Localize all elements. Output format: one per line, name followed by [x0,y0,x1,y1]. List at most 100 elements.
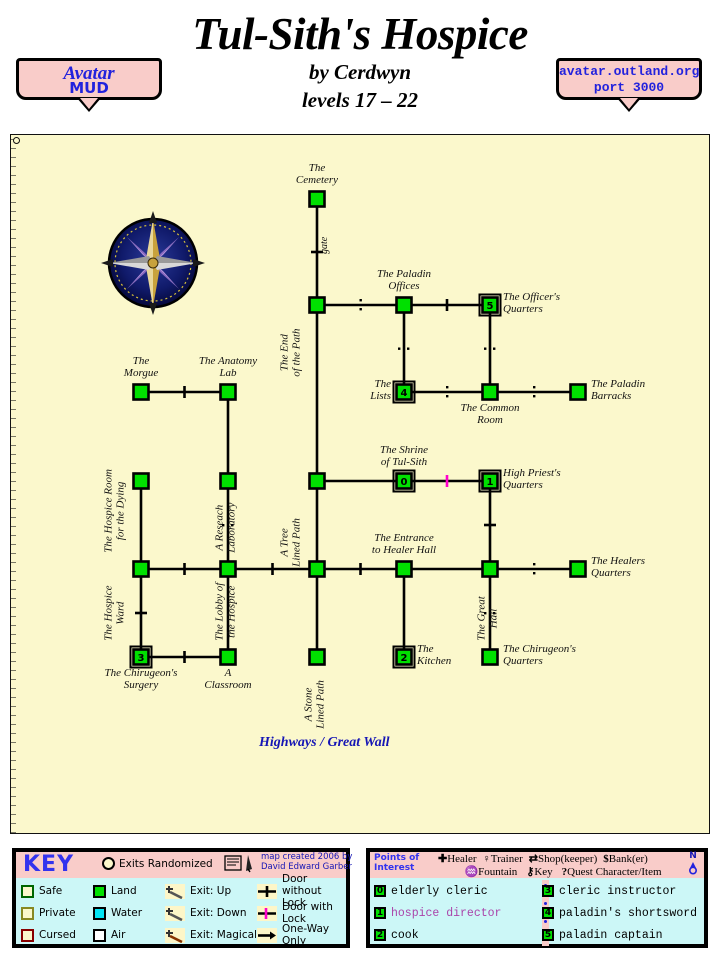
exit-magic-icon [165,927,185,943]
private-swatch [21,906,34,920]
room-node-stone-lined-path[interactable] [308,648,326,666]
exit-up-icon [165,883,185,899]
room-node-tree-path-2[interactable] [308,560,326,578]
room-node-the-lists[interactable]: 4 [392,380,416,404]
poi-item-number: 2 [374,929,386,941]
poi-symbol-bank-er-: $Bank(er) [603,853,648,866]
room-node-end-of-path[interactable] [308,296,326,314]
key-entry-label: Private [39,907,76,919]
poi-symbol-quest-character-item: ?Quest Character/Item [562,866,662,879]
key-legend: KEY Exits Randomized map created 2006 by… [12,848,353,948]
room-node-entrance-healer[interactable] [395,560,413,578]
room-node-chirugeons-quarters[interactable] [481,648,499,666]
room-label-the-lists: The Lists [370,378,391,402]
key-entry-label: Exit: Down [190,907,247,919]
key-title: KEY [23,852,75,877]
poi-symbol-row-1: ✚Healer ♀Trainer ⇄Shop(keeper) $Bank(er) [438,853,688,866]
poi-list-item: 2 cook [374,929,542,942]
poi-item-number: 1 [374,907,386,919]
room-node-hospice-room-dying[interactable] [132,472,150,490]
room-label-the-kitchen: The Kitchen [417,643,452,667]
key-entry-label: Exit: Up [190,885,232,897]
avatar-mud-banner: Avatar MUD [16,58,162,112]
poi-symbol-glyph: ♒ [464,866,479,879]
banner-left-line2: MUD [69,79,109,97]
exits-randomized-legend: Exits Randomized [102,857,213,870]
room-node-common-room[interactable] [481,383,499,401]
room-node-morgue[interactable] [132,383,150,401]
room-label-hospice-ward: The Hospice Ward [102,585,127,641]
room-node-the-kitchen[interactable]: 2 [392,645,416,669]
room-label-hospice-room-dying: The Hospice Room for the Dying [102,469,127,553]
one-way-icon [257,927,277,943]
key-entry-air-swatch: Air [93,928,165,942]
poi-symbol-trainer: ♀Trainer [483,853,523,866]
key-entry-door-lock-icon: Door with Lock [257,901,346,925]
room-node-hospice-ward[interactable] [132,560,150,578]
room-poi-number: 4 [401,388,408,399]
poi-symbol-fountain: ♒Fountain [464,866,517,879]
compass-rose-icon [101,211,205,315]
poi-item-name: paladin's shortsword [559,906,698,920]
key-entry-cursed-swatch: Cursed [21,928,93,942]
room-node-high-priest[interactable]: 1 [478,469,502,493]
door-lock-icon [257,905,277,921]
exits-randomized-label: Exits Randomized [119,857,213,870]
room-node-cemetery[interactable] [308,190,326,208]
key-entry-label: Cursed [39,929,76,941]
north-arrow-icon: N [684,852,702,878]
poi-symbol-key: ⚷Key [526,866,552,879]
poi-list-item: 5 paladin captain [542,929,704,942]
poi-symbol-label: Healer [447,853,477,865]
room-node-shrine-tul-sith[interactable]: 0 [392,469,416,493]
land-swatch [93,884,106,898]
room-label-healers-quarters: The Healers Quarters [591,555,646,579]
room-node-paladin-barracks[interactable] [569,383,587,401]
key-entry-exit-down-icon: Exit: Down [165,905,257,921]
north-label: N [689,851,697,861]
room-node-research-lab[interactable] [219,472,237,490]
credit-text: map created 2006 by David Edward Garber [261,852,353,872]
poi-title: Points of Interest [374,853,420,874]
poi-item-name: cook [391,928,419,942]
room-poi-number: 0 [401,477,408,488]
cursed-swatch [21,928,34,942]
room-node-chirugeons-surgery[interactable]: 3 [129,645,153,669]
poi-item-number: 3 [542,885,554,897]
points-of-interest-legend: Points of Interest ✚Healer ♀Trainer ⇄Shop(… [366,848,708,948]
room-label-great-hall: The Great Hall [475,596,500,641]
poi-symbol-healer: ✚Healer [438,853,477,866]
room-label-entrance-healer: The Entrance to Healer Hall [371,532,437,556]
header: Tul-Sith's Hospice by Cerdwyn levels 17 … [0,0,720,130]
poi-list-item: 3 cleric instructor [542,885,704,898]
north-needle-icon [688,862,698,875]
room-node-great-hall[interactable] [481,560,499,578]
poi-symbol-label: Fountain [478,866,518,879]
poi-symbol-glyph: ✚ [438,853,448,865]
key-entry-land-swatch: Land [93,884,165,898]
poi-symbol-label: Key [534,866,553,879]
room-label-chirugeons-quarters: The Chirugeon's Quarters [503,643,576,667]
room-label-end-of-path: The End of the Path [278,328,303,377]
door-plain-icon [257,883,277,899]
server-address-banner: avatar.outland.org port 3000 [556,58,702,112]
poi-symbol-shop-keeper-: ⇄Shop(keeper) [529,853,597,866]
map-credit: map created 2006 by David Edward Garber [224,852,353,873]
poi-item-name: cleric instructor [559,884,677,898]
room-node-officers-quarters[interactable]: 5 [478,293,502,317]
room-node-lobby-hospice[interactable] [219,560,237,578]
room-node-paladin-offices[interactable] [395,296,413,314]
poi-symbol-label: Bank(er) [608,853,648,865]
connection-dot-icon [533,563,536,566]
connection-dot-icon [533,395,536,398]
poi-items: 0 elderly cleric 3 cleric instructor 1 hospic… [374,880,704,946]
poi-item-name: paladin captain [559,928,663,942]
key-entry-exit-up-icon: Exit: Up [165,883,257,899]
room-node-anatomy-lab[interactable] [219,383,237,401]
key-entry-label: Air [111,929,126,941]
water-swatch [93,906,106,920]
room-node-a-classroom[interactable] [219,648,237,666]
room-node-tree-lined-path[interactable] [308,472,326,490]
room-node-healers-quarters[interactable] [569,560,587,578]
key-entry-label: Door with Lock [282,901,333,925]
